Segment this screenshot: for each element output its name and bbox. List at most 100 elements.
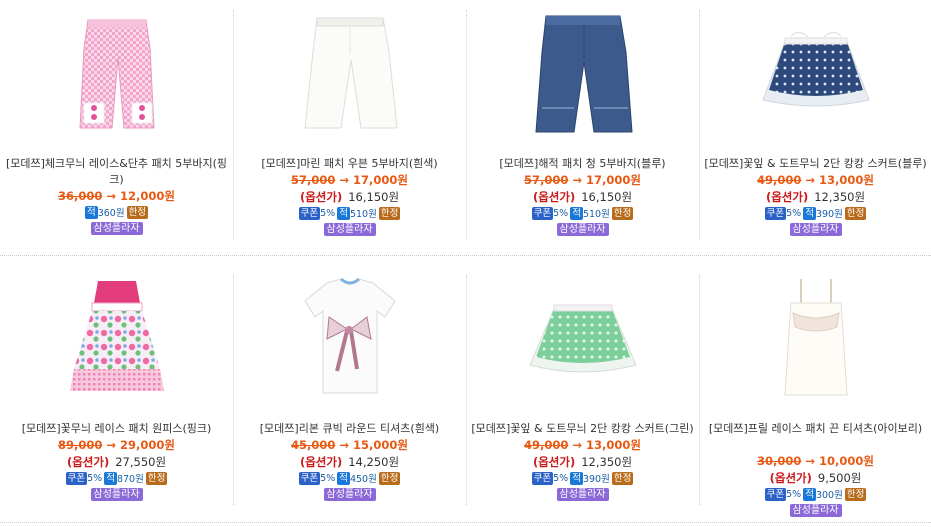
product-name-link[interactable]: [모데쯔]마린 패치 우븐 5부바지(흰색) xyxy=(235,156,464,172)
samsung-plaza-badge[interactable]: 삼성플라자 xyxy=(323,488,376,501)
arrow-icon: → xyxy=(106,438,117,452)
arrow-icon: → xyxy=(805,173,816,187)
samsung-plaza-badge[interactable]: 삼성플라자 xyxy=(556,223,609,236)
product-card[interactable]: [모데쯔]프릴 레이스 패치 끈 티셔츠(아이보리) 30,000 → 10,000원… xyxy=(699,265,931,517)
limited-badge: 한정 xyxy=(378,471,401,485)
product-card[interactable]: [모데쯔]체크무늬 레이스&단추 패치 5부바지(핑크) 36,000 → 12,00… xyxy=(0,0,233,250)
point-amount: 510원 xyxy=(582,209,610,220)
original-price: 45,000 xyxy=(291,438,336,452)
option-price-label: (옵션가) xyxy=(299,190,343,204)
coupon-badge: 쿠폰 xyxy=(298,206,321,220)
point-amount: 390원 xyxy=(815,209,843,220)
badge-line: 적 360원 한정 xyxy=(0,205,233,219)
product-name-link[interactable]: [모데쯔]프릴 레이스 패치 끈 티셔츠(아이보리) xyxy=(701,421,930,437)
row-divider xyxy=(0,522,931,523)
product-name-link[interactable]: [모데쯔]꽃무늬 레이스 패치 원피스(핑크) xyxy=(2,421,231,437)
sale-price: 17,000원 xyxy=(353,173,408,187)
arrow-icon: → xyxy=(339,438,350,452)
coupon-rate: 5% xyxy=(786,488,802,500)
coupon-rate: 5% xyxy=(320,472,336,484)
product-card[interactable]: [모데쯔]해적 패치 청 5부바지(블루) 57,000 → 17,000원 (옵션가)… xyxy=(466,0,699,250)
product-card[interactable]: [모데쯔]리본 큐빅 라운드 티셔츠(흰색) 45,000 → 15,000원 (옵션가… xyxy=(233,265,466,515)
coupon-badge: 쿠폰 xyxy=(764,206,787,220)
sale-price: 13,000원 xyxy=(586,438,641,452)
samsung-plaza-badge[interactable]: 삼성플라자 xyxy=(789,504,842,517)
option-price-line: (옵션가) 12,350원 xyxy=(699,189,931,205)
coupon-badge: 쿠폰 xyxy=(531,206,554,220)
option-price: 14,250원 xyxy=(348,455,400,469)
sale-price: 17,000원 xyxy=(586,173,641,187)
product-card[interactable]: [모데쯔]꽃잎 & 도트무늬 2단 캉캉 스커트(그린) 49,000 → 13,00… xyxy=(466,265,699,515)
card-line: 삼성플라자 xyxy=(466,487,699,501)
product-name-link[interactable]: [모데쯔]꽃잎 & 도트무늬 2단 캉캉 스커트(그린) xyxy=(468,421,697,437)
coupon-rate: 5% xyxy=(553,207,569,219)
point-badge: 적 xyxy=(803,487,816,501)
coupon-badge: 쿠폰 xyxy=(531,471,554,485)
point-badge: 적 xyxy=(337,206,350,220)
card-line: 삼성플라자 xyxy=(466,222,699,236)
option-price: 16,150원 xyxy=(581,190,633,204)
option-price-label: (옵션가) xyxy=(769,471,812,485)
product-name-link[interactable]: [모데쯔]리본 큐빅 라운드 티셔츠(흰색) xyxy=(235,421,464,437)
product-image[interactable] xyxy=(524,8,642,136)
pink-dress-icon xyxy=(58,281,176,404)
pink-check-pants-icon xyxy=(58,19,176,139)
badge-line: 쿠폰 5% 적 390원 한정 xyxy=(699,206,931,220)
limited-badge: 한정 xyxy=(145,471,168,485)
product-image[interactable] xyxy=(58,8,176,136)
product-image[interactable] xyxy=(524,273,642,401)
row-divider xyxy=(0,255,931,256)
product-name-link[interactable]: [모데쯔]꽃잎 & 도트무늬 2단 캉캉 스커트(블루) xyxy=(701,156,930,172)
point-amount: 390원 xyxy=(582,474,610,485)
samsung-plaza-badge[interactable]: 삼성플라자 xyxy=(556,488,609,501)
card-line: 삼성플라자 xyxy=(0,221,233,235)
badge-line: 쿠폰 5% 적 870원 한정 xyxy=(0,471,233,485)
product-image[interactable] xyxy=(757,273,875,401)
card-line: 삼성플라자 xyxy=(0,487,233,501)
price-line: 49,000 → 13,000원 xyxy=(699,172,931,188)
ivory-camisole-icon xyxy=(757,279,875,404)
coupon-rate: 5% xyxy=(786,207,802,219)
original-price: 57,000 xyxy=(291,173,336,187)
column-divider xyxy=(466,275,467,505)
option-price: 27,550원 xyxy=(115,455,167,469)
point-badge: 적 xyxy=(84,205,98,219)
product-name-link[interactable]: [모데쯔]해적 패치 청 5부바지(블루) xyxy=(468,156,697,172)
option-price-line: (옵션가) 14,250원 xyxy=(233,454,466,470)
product-card[interactable]: [모데쯔]꽃잎 & 도트무늬 2단 캉캉 스커트(블루) 49,000 → 13,00… xyxy=(699,0,931,250)
badge-line: 쿠폰 5% 적 390원 한정 xyxy=(466,471,699,485)
column-divider xyxy=(699,275,700,505)
point-badge: 적 xyxy=(104,471,117,485)
product-card[interactable]: [모데쯔]마린 패치 우븐 5부바지(흰색) 57,000 → 17,000원 (옵션가… xyxy=(233,0,466,250)
product-card[interactable]: [모데쯔]꽃무늬 레이스 패치 원피스(핑크) 89,000 → 29,000원 (옵션… xyxy=(0,265,233,515)
limited-badge: 한정 xyxy=(611,206,634,220)
sale-price: 29,000원 xyxy=(120,438,175,452)
denim-pants-icon xyxy=(524,15,642,139)
product-image[interactable] xyxy=(291,273,409,401)
product-name-link[interactable]: [모데쯔]체크무늬 레이스&단추 패치 5부바지(핑크) xyxy=(2,156,231,188)
price-line: 36,000 → 12,000원 xyxy=(0,188,233,204)
card-line: 삼성플라자 xyxy=(233,222,466,236)
option-price-line: (옵션가) 27,550원 xyxy=(0,454,233,470)
price-line: 45,000 → 15,000원 xyxy=(233,437,466,453)
original-price: 57,000 xyxy=(524,173,569,187)
product-image[interactable] xyxy=(757,8,875,136)
column-divider xyxy=(233,275,234,505)
sale-price: 13,000원 xyxy=(819,173,874,187)
blue-skirt-icon xyxy=(757,32,875,139)
point-badge: 적 xyxy=(570,471,583,485)
product-image[interactable] xyxy=(58,273,176,401)
samsung-plaza-badge[interactable]: 삼성플라자 xyxy=(90,222,143,235)
option-price-label: (옵션가) xyxy=(532,190,576,204)
product-image[interactable] xyxy=(291,8,409,136)
point-amount: 360원 xyxy=(97,208,125,219)
limited-badge: 한정 xyxy=(844,206,867,220)
coupon-badge: 쿠폰 xyxy=(65,471,88,485)
option-price-line: (옵션가) 16,150원 xyxy=(233,189,466,205)
samsung-plaza-badge[interactable]: 삼성플라자 xyxy=(90,488,143,501)
samsung-plaza-badge[interactable]: 삼성플라자 xyxy=(323,223,376,236)
column-divider xyxy=(233,10,234,240)
samsung-plaza-badge[interactable]: 삼성플라자 xyxy=(789,223,842,236)
column-divider xyxy=(466,10,467,240)
option-price-label: (옵션가) xyxy=(765,190,809,204)
